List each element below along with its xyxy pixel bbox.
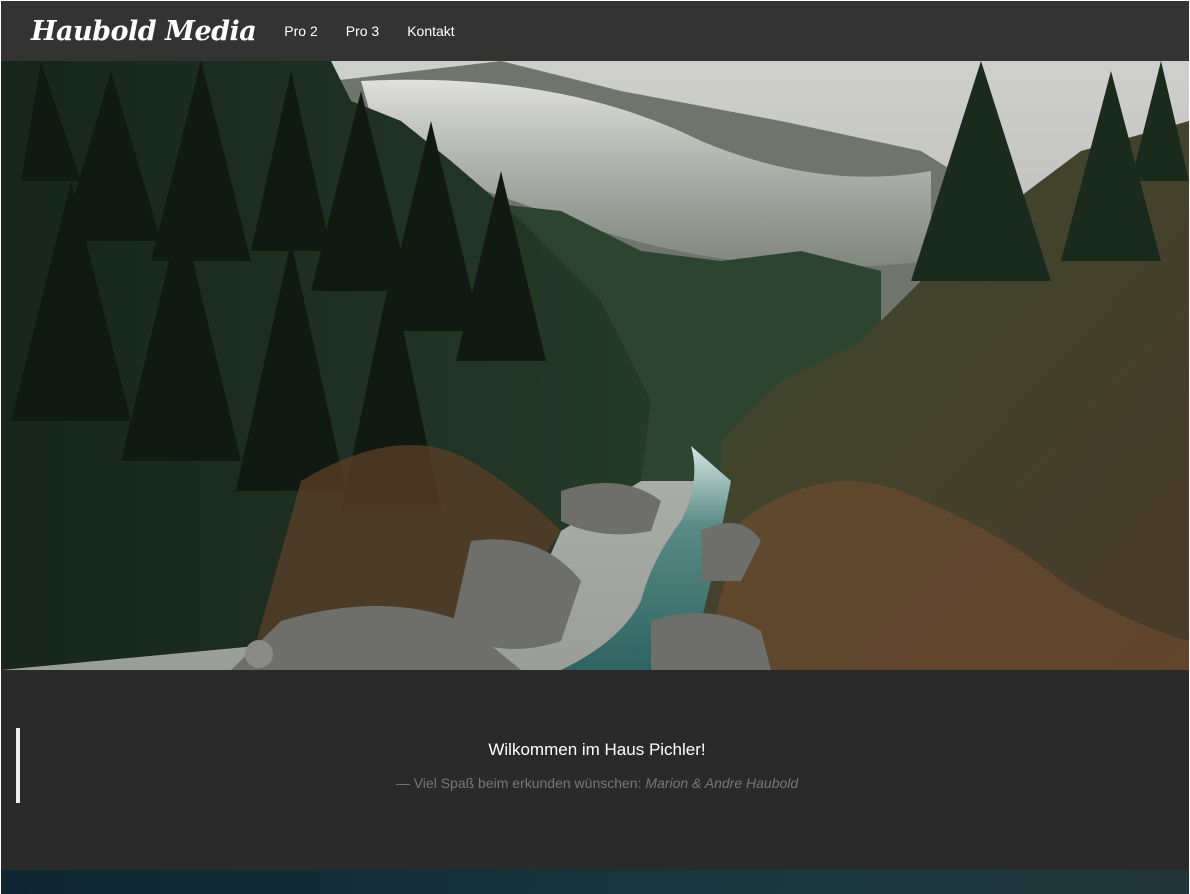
quote-footer-prefix: — Viel Spaß beim erkunden wünschen: [395, 775, 642, 791]
nav-link-kontakt[interactable]: Kontakt [393, 23, 468, 39]
nav-menu: Pro 2 Pro 3 Kontakt [270, 23, 468, 39]
forest-river-photo [1, 61, 1189, 670]
quote-author: Marion & Andre Haubold [645, 775, 799, 791]
quote-footer: — Viel Spaß beim erkunden wünschen: Mari… [1, 775, 1190, 791]
brand-logo[interactable]: Haubold Media [31, 16, 257, 47]
welcome-quote-section: Wilkommen im Haus Pichler! — Viel Spaß b… [1, 670, 1189, 870]
welcome-quote-text: Wilkommen im Haus Pichler! [488, 740, 706, 759]
hero-image [1, 61, 1189, 670]
next-section-image-strip [1, 870, 1189, 894]
navbar: Haubold Media Pro 2 Pro 3 Kontakt [1, 1, 1189, 61]
nav-link-pro-2[interactable]: Pro 2 [270, 23, 331, 39]
nav-link-pro-3[interactable]: Pro 3 [332, 23, 393, 39]
